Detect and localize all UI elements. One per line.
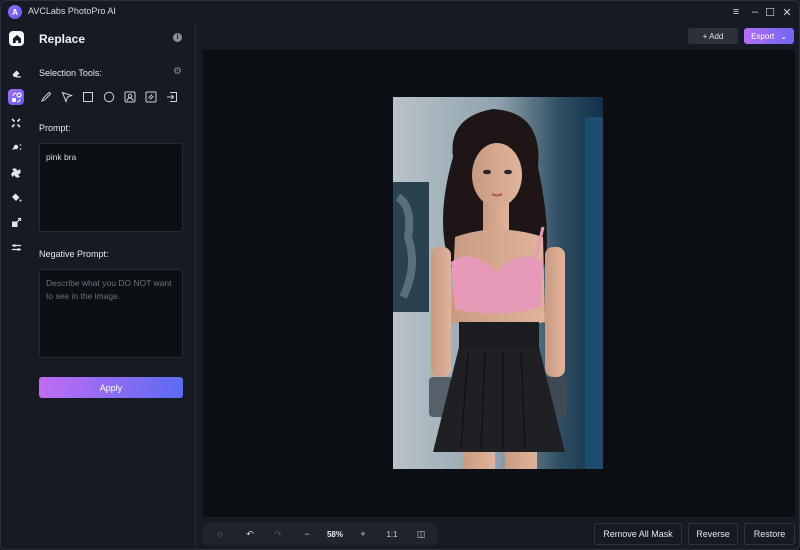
panel-title: Replace — [39, 32, 86, 46]
zoom-level: 58% — [326, 529, 343, 539]
rectangle-tool-icon[interactable] — [81, 90, 94, 103]
maximize-icon[interactable]: ☐ — [762, 4, 778, 20]
negative-prompt-input[interactable] — [39, 269, 183, 358]
undo-icon[interactable]: ↶ — [243, 527, 257, 541]
upscale-icon[interactable] — [8, 115, 24, 131]
zoom-out-icon[interactable]: − — [300, 527, 314, 541]
close-icon[interactable]: ✕ — [779, 4, 795, 20]
app-title: AVCLabs PhotoPro AI — [28, 6, 116, 16]
remove-background-icon[interactable] — [8, 139, 24, 155]
replace-icon[interactable] — [8, 89, 24, 105]
selection-tools — [39, 90, 189, 104]
portrait-select-icon[interactable] — [123, 90, 136, 103]
zoom-in-icon[interactable]: + — [356, 527, 370, 541]
photo-illustration — [393, 97, 603, 469]
image-canvas[interactable] — [203, 50, 795, 517]
lasso-tool-icon[interactable] — [60, 90, 73, 103]
resize-icon[interactable] — [8, 214, 24, 230]
app-logo-icon: A — [8, 5, 22, 19]
minimize-icon[interactable]: – — [747, 4, 763, 20]
menu-icon[interactable]: ≡ — [728, 4, 744, 20]
fill-icon[interactable] — [8, 189, 24, 205]
app-window: A AVCLabs PhotoPro AI ≡ – ☐ ✕ Replace i … — [0, 0, 800, 550]
tool-rail — [1, 23, 31, 549]
app-logo-letter: A — [12, 7, 18, 17]
add-button[interactable]: + Add — [688, 28, 738, 44]
actual-size-button[interactable]: 1:1 — [384, 527, 400, 541]
chevron-down-icon: ⌄ — [780, 31, 787, 41]
zoom-toolbar: ◌ ↶ ↷ − 58% + 1:1 ◫ — [203, 523, 437, 545]
title-bar: A AVCLabs PhotoPro AI ≡ – ☐ ✕ — [1, 1, 799, 23]
reset-icon[interactable]: ◌ — [213, 527, 227, 541]
remove-all-mask-button[interactable]: Remove All Mask — [594, 523, 682, 545]
redo-icon[interactable]: ↷ — [271, 527, 285, 541]
home-icon[interactable] — [9, 31, 24, 46]
export-button[interactable]: Export ⌄ — [744, 28, 794, 44]
brush-tool-icon[interactable] — [39, 90, 52, 103]
replace-panel: Replace i Selection Tools: ⚙ Prompt: pin… — [31, 23, 195, 549]
erase-icon[interactable] — [8, 65, 24, 81]
panel-divider — [195, 23, 196, 549]
selection-tools-label: Selection Tools: — [39, 68, 102, 78]
negative-prompt-label: Negative Prompt: — [39, 249, 109, 259]
colorize-icon[interactable] — [8, 165, 24, 181]
prompt-input[interactable] — [39, 143, 183, 232]
apply-button[interactable]: Apply — [39, 377, 183, 398]
export-label: Export — [751, 31, 775, 41]
restore-button[interactable]: Restore — [744, 523, 795, 545]
adjust-icon[interactable] — [8, 239, 24, 255]
settings-icon[interactable]: ⚙ — [173, 67, 183, 77]
ellipse-tool-icon[interactable] — [102, 90, 115, 103]
info-icon[interactable]: i — [173, 33, 182, 42]
compare-icon[interactable]: ◫ — [414, 527, 428, 541]
import-mask-icon[interactable] — [165, 90, 178, 103]
edited-photo[interactable] — [393, 97, 603, 469]
reverse-button[interactable]: Reverse — [688, 523, 738, 545]
prompt-label: Prompt: — [39, 123, 71, 133]
object-select-icon[interactable] — [144, 90, 157, 103]
